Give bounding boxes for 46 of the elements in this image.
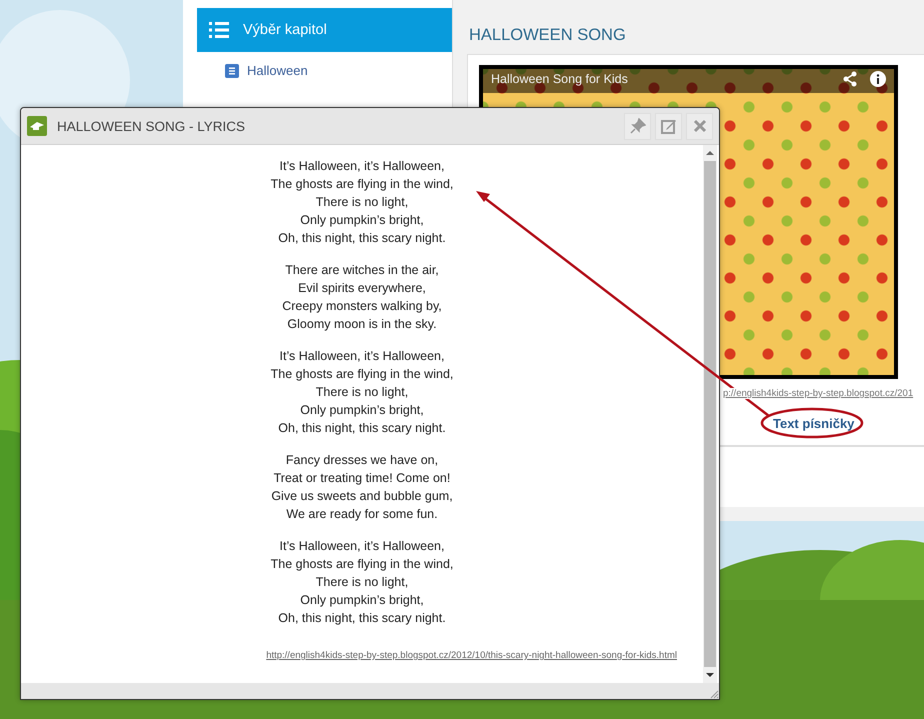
chapter-link[interactable]: Halloween <box>247 63 308 78</box>
scroll-thumb[interactable] <box>704 161 716 667</box>
lyric-line: The ghosts are flying in the wind, <box>270 556 454 573</box>
edit-icon <box>660 118 676 134</box>
hat-icon <box>27 116 47 136</box>
source-link[interactable]: http://english4kids-step-by-step.blogspot.cz/2012/10/this-scary-night-halloween-song-for-kids.html <box>266 650 677 661</box>
lyric-line: Fancy dresses we have on, <box>284 452 440 469</box>
dialog-title: HALLOWEEN SONG - LYRICS <box>57 118 246 134</box>
resize-grip-icon[interactable] <box>709 689 719 699</box>
lyric-line: Oh, this night, this scary night. <box>277 610 447 627</box>
menu-title: Výběr kapitol <box>243 22 327 38</box>
lyric-line: It’s Halloween, it’s Halloween, <box>278 158 446 175</box>
page-title: HALLOWEEN SONG <box>468 25 627 46</box>
pin-button[interactable] <box>624 112 651 140</box>
lyric-line: Creepy monsters walking by, <box>281 298 443 315</box>
lyric-line: Treat or treating time! Come on! <box>272 470 452 487</box>
lyric-line: The ghosts are flying in the wind, <box>270 366 454 383</box>
lyric-line: The ghosts are flying in the wind, <box>270 176 454 193</box>
close-button[interactable] <box>686 112 713 140</box>
lyric-line: Evil spirits everywhere, <box>297 280 427 297</box>
source-link[interactable]: p://english4kids-step-by-step.blogspot.cz/201 <box>723 388 914 399</box>
lyric-line: Only pumpkin’s bright, <box>299 592 425 609</box>
scrollbar[interactable] <box>703 145 717 683</box>
lyric-line: It’s Halloween, it’s Halloween, <box>278 348 446 365</box>
lyric-line: Oh, this night, this scary night. <box>277 420 447 437</box>
close-icon <box>692 118 708 134</box>
lyric-line: It’s Halloween, it’s Halloween, <box>278 538 446 555</box>
lyrics-link[interactable]: Text písničky <box>773 416 854 431</box>
lyric-line: There are witches in the air, <box>284 262 440 279</box>
document-icon <box>225 64 239 78</box>
lyric-line: Only pumpkin’s bright, <box>299 402 425 419</box>
info-icon[interactable] <box>870 71 886 87</box>
scroll-down-icon[interactable] <box>706 672 714 678</box>
chapter-menu-header[interactable]: Výběr kapitol <box>197 8 452 52</box>
list-icon <box>209 22 229 38</box>
lyric-line: Only pumpkin’s bright, <box>299 212 425 229</box>
lyric-line: We are ready for some fun. <box>285 506 439 523</box>
edit-button[interactable] <box>655 112 682 140</box>
lyric-line: There is no light, <box>314 194 410 211</box>
lyric-line: Oh, this night, this scary night. <box>277 230 447 247</box>
lyric-line: There is no light, <box>314 384 410 401</box>
lyric-line: Gloomy moon is in the sky. <box>286 316 438 333</box>
lyric-line: Give us sweets and bubble gum, <box>270 488 454 505</box>
lyric-line: There is no light, <box>314 574 410 591</box>
scroll-up-icon[interactable] <box>706 150 714 156</box>
pin-icon <box>630 118 646 134</box>
